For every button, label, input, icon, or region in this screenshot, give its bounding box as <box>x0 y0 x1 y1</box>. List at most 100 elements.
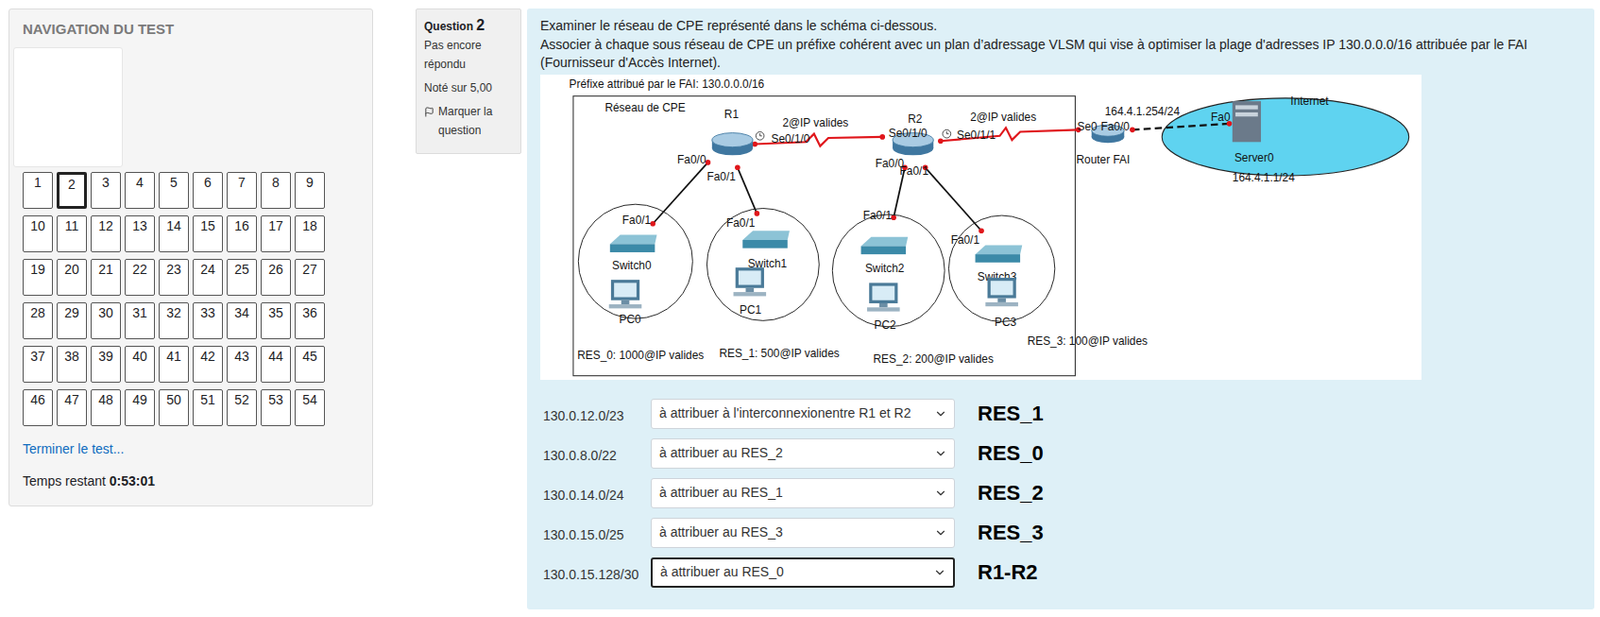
answer-prefix: 130.0.12.0/23 <box>540 400 651 426</box>
question-button[interactable]: 24 <box>192 258 223 296</box>
interface-label: Fa0/1 <box>706 170 736 184</box>
question-button[interactable]: 45 <box>294 345 325 383</box>
question-button[interactable]: 39 <box>90 345 121 383</box>
question-button[interactable]: 26 <box>260 258 291 296</box>
question-button[interactable]: 17 <box>260 215 291 253</box>
question-button[interactable]: 29 <box>56 302 87 340</box>
question-button[interactable]: 6 <box>192 171 223 209</box>
router-label: R2 <box>907 111 922 125</box>
question-line: Examiner le réseau de CPE représenté dan… <box>540 17 1595 36</box>
question-button[interactable]: 18 <box>294 215 325 253</box>
question-button[interactable]: 40 <box>124 345 155 383</box>
cpe-box <box>573 95 1075 375</box>
question-button[interactable]: 7 <box>226 171 257 209</box>
quiz-page: NAVIGATION DU TEST1234567891011121314151… <box>0 0 1600 617</box>
question-button[interactable]: 16 <box>226 215 257 253</box>
question-button[interactable]: 27 <box>294 258 325 296</box>
question-button[interactable]: 5 <box>158 171 189 209</box>
answer-select[interactable]: à attribuer au RES_1 <box>650 477 955 509</box>
router-label: Router FAI <box>1076 152 1131 166</box>
ethernet-link <box>1132 122 1230 129</box>
pc-label: PC0 <box>619 312 642 326</box>
question-button[interactable]: 25 <box>226 258 257 296</box>
question-button[interactable]: 52 <box>226 389 257 426</box>
pc-icon <box>733 267 767 296</box>
port-dot <box>879 134 886 140</box>
question-line: Associer à chaque sous réseau de CPE un … <box>540 35 1595 55</box>
question-button[interactable]: 51 <box>192 389 223 426</box>
internet-label: Internet <box>1290 94 1329 108</box>
question-button[interactable]: 53 <box>260 389 291 426</box>
question-button[interactable]: 49 <box>124 389 155 426</box>
answer-row: 130.0.12.0/23à attribuer à l'interconnex… <box>540 393 1595 434</box>
question-button[interactable]: 14 <box>158 215 189 253</box>
question-button[interactable]: 15 <box>192 215 223 253</box>
clock-icon <box>942 129 952 138</box>
question-button[interactable]: 23 <box>158 258 189 296</box>
navigation-title: NAVIGATION DU TEST <box>9 9 373 39</box>
question-button[interactable]: 43 <box>226 345 257 383</box>
question-grid: 1234567891011121314151617181920212223242… <box>22 171 373 426</box>
flag-icon <box>424 106 435 118</box>
question-button[interactable]: 34 <box>226 302 257 340</box>
question-button[interactable]: 13 <box>124 215 155 253</box>
question-button[interactable]: 21 <box>90 258 121 296</box>
question-button[interactable]: 4 <box>124 171 155 209</box>
answer-select[interactable]: à attribuer au RES_0 <box>650 557 955 588</box>
user-picture <box>13 47 123 168</box>
answer-note: RES_2 <box>977 480 1044 506</box>
question-button[interactable]: 33 <box>192 302 223 340</box>
interface-label: Fa0/1 <box>622 212 652 226</box>
interface-label: Fa0/1 <box>863 208 893 222</box>
question-info: Question 2Pas encore réponduNoté sur 5,0… <box>415 8 522 154</box>
answer-row: 130.0.8.0/22à attribuer au RES_2RES_0 <box>540 433 1595 474</box>
question-button[interactable]: 47 <box>56 389 87 426</box>
answer-row: 130.0.15.0/25à attribuer au RES_3RES_3 <box>540 512 1595 553</box>
lan-circle <box>948 215 1055 322</box>
question-button[interactable]: 46 <box>22 389 53 426</box>
question-button[interactable]: 8 <box>260 171 291 209</box>
answer-select[interactable]: à attribuer à l'interconnexionentre R1 e… <box>650 398 955 429</box>
question-button[interactable]: 38 <box>56 345 87 383</box>
question-button[interactable]: 31 <box>124 302 155 340</box>
interface-label: Fa0 <box>1210 109 1231 123</box>
question-button[interactable]: 20 <box>56 258 87 296</box>
question-button[interactable]: 42 <box>192 345 223 383</box>
question-button[interactable]: 50 <box>158 389 189 426</box>
answer-select[interactable]: à attribuer au RES_2 <box>650 438 955 469</box>
question-button[interactable]: 3 <box>90 171 121 209</box>
question-button[interactable]: 44 <box>260 345 291 383</box>
question-button[interactable]: 28 <box>22 302 53 340</box>
question-button[interactable]: 36 <box>294 302 325 340</box>
pc-label: PC2 <box>874 317 897 331</box>
lan-label: RES_0: 1000@IP valides <box>577 348 704 362</box>
question-button[interactable]: 35 <box>260 302 291 340</box>
lan-circle <box>832 213 945 326</box>
question-button[interactable]: 32 <box>158 302 189 340</box>
pc-label: PC3 <box>994 314 1017 328</box>
port-dot <box>751 140 758 147</box>
server-icon <box>1232 101 1261 142</box>
interface-label: Se0/1/1 <box>956 127 996 141</box>
switch-icon <box>742 230 790 248</box>
question-button[interactable]: 9 <box>294 171 325 209</box>
question-button[interactable]: 22 <box>124 258 155 296</box>
question-button[interactable]: 30 <box>90 302 121 340</box>
question-button[interactable]: 2 <box>56 171 87 209</box>
interface-label: Fa0/1 <box>726 215 756 229</box>
question-button[interactable]: 48 <box>90 389 121 426</box>
question-button[interactable]: 19 <box>22 258 53 296</box>
question-button[interactable]: 54 <box>294 389 325 426</box>
question-button[interactable]: 11 <box>56 215 87 253</box>
question-button[interactable]: 1 <box>22 171 53 209</box>
question-button[interactable]: 12 <box>90 215 121 253</box>
question-button[interactable]: 10 <box>22 215 53 253</box>
pc-icon <box>867 282 901 311</box>
flag-question[interactable]: Marquer la question <box>424 102 513 140</box>
question-button[interactable]: 41 <box>158 345 189 383</box>
chevron-icon <box>933 565 947 579</box>
finish-link[interactable]: Terminer le test... <box>9 440 373 458</box>
question-button[interactable]: 37 <box>22 345 53 383</box>
answer-select[interactable]: à attribuer au RES_3 <box>650 517 955 548</box>
question-line: (Fournisseur d'Accès Internet). <box>540 53 1595 73</box>
